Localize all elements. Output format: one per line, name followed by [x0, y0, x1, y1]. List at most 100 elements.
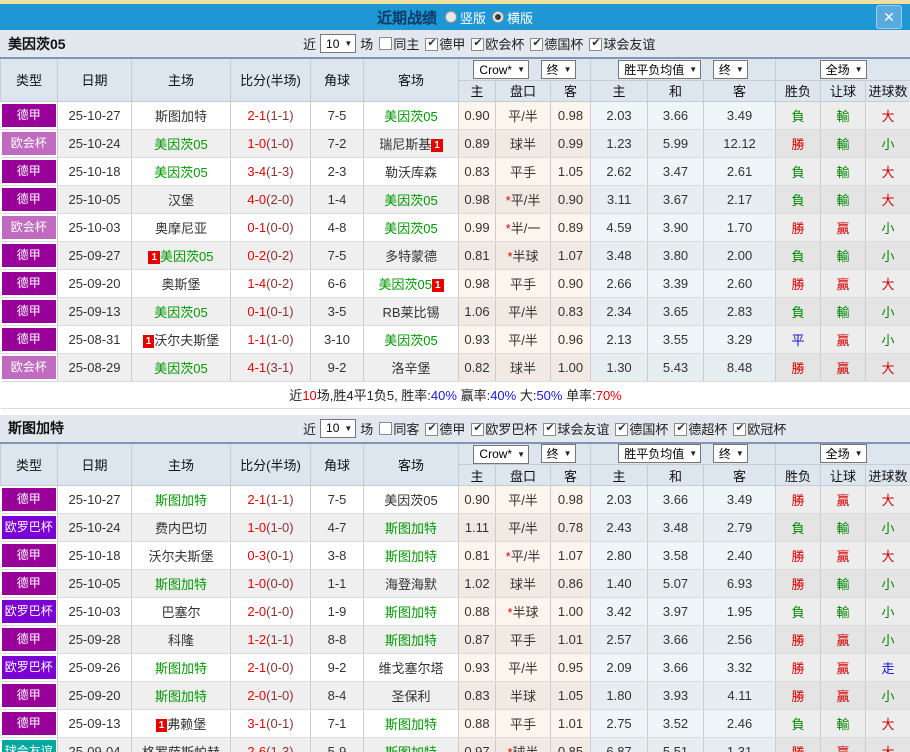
bookmaker-select[interactable]: Crow* ▼ [473, 60, 530, 79]
avg-home-cell: 3.11 [590, 185, 649, 214]
result-wdl-cell: 勝 [775, 269, 822, 298]
league-checkbox[interactable] [425, 36, 439, 51]
layout-vertical-radio[interactable] [444, 11, 457, 23]
date-cell: 25-10-05 [57, 185, 132, 214]
avg-time-select[interactable]: 终 ▼ [712, 59, 748, 79]
avg-draw-cell: 3.66 [647, 653, 705, 682]
league-checkbox[interactable] [471, 36, 485, 51]
date-cell: 25-10-24 [57, 513, 132, 542]
col-header-result-wdl: 胜负 [775, 464, 822, 486]
avg-home-cell: 2.03 [590, 485, 649, 514]
avg-draw-cell: 3.48 [647, 513, 705, 542]
team-label: 瑞尼斯基 [379, 136, 432, 152]
home-team-cell: 1 美因茨05 [131, 241, 231, 270]
type-cell: 德甲 [0, 325, 58, 354]
col-header-result-wdl: 胜负 [775, 79, 822, 102]
fulltime-score: 1-0 [247, 520, 267, 535]
type-cell: 德甲 [0, 625, 58, 654]
section-bar: 美因茨05 近 10 ▼ 场 同主 德甲 欧会杯 德国杯 球会友谊 [0, 30, 910, 57]
team-label: 斯图加特 [385, 745, 437, 752]
team-label: 格罗萨斯帕赫 [142, 745, 220, 752]
away-team-cell: 多特蒙德 [363, 241, 459, 270]
same-venue-label: 同主 [393, 37, 420, 52]
fulltime-score: 1-0 [247, 135, 267, 151]
competition-badge: 德甲 [1, 684, 56, 707]
fulltime-select[interactable]: 全场 ▼ [819, 59, 867, 79]
sections-container: 美因茨05 近 10▼ 场 同主 德甲欧会杯德国杯球会友谊 类 [0, 30, 910, 752]
league-checkbox[interactable] [589, 36, 603, 51]
league-checkbox[interactable] [674, 421, 688, 436]
competition-badge: 德甲 [1, 488, 56, 511]
home-team-cell: 汉堡 [131, 185, 231, 214]
odds-time-select[interactable]: 终 ▼ [540, 444, 576, 463]
league-checkbox[interactable] [543, 421, 557, 436]
team-section: 美因茨05 近 10▼ 场 同主 德甲欧会杯德国杯球会友谊 类 [0, 30, 910, 415]
fulltime-select[interactable]: 全场 ▼ [819, 444, 867, 464]
league-checkbox[interactable] [425, 421, 439, 436]
near-count-select[interactable]: 10 ▼ [320, 34, 357, 53]
league-checkbox[interactable] [733, 421, 747, 436]
layout-horizontal-radio[interactable] [492, 11, 504, 23]
result-goals-cell: 小 [865, 597, 910, 626]
league-checkbox[interactable] [471, 421, 485, 436]
same-venue-checkbox[interactable] [379, 37, 393, 50]
avg-home-cell: 2.57 [590, 625, 649, 654]
team-label: 斯图加特 [154, 661, 207, 676]
layout-vertical-label: 竖版 [459, 10, 486, 26]
odds-home-cell: 0.81 [458, 241, 496, 270]
corners-cell: 6-6 [310, 269, 364, 298]
summary-part: 40% [490, 388, 517, 403]
close-button[interactable]: ✕ [876, 5, 902, 29]
avg-home-cell: 2.66 [590, 269, 649, 298]
odds-away-cell: 0.85 [550, 737, 592, 752]
summary-part: 40% [430, 388, 457, 403]
league-label: 德超杯 [688, 421, 728, 437]
avg-draw-cell: 5.07 [647, 569, 705, 598]
score-cell: 1-0(1-0) [230, 129, 311, 158]
away-team-cell: 美因茨05 [363, 185, 459, 214]
fulltime-score: 3-1 [247, 716, 267, 731]
odds-away-cell: 0.83 [550, 297, 592, 326]
league-checkbox[interactable] [615, 421, 629, 436]
score-cell: 0-3(0-1) [230, 541, 311, 570]
league-label: 欧冠杯 [747, 421, 787, 437]
odds-handicap-cell: 平/半 [495, 653, 551, 682]
avg-time-select[interactable]: 终 ▼ [712, 444, 748, 464]
result-goals-cell: 大 [865, 541, 910, 570]
team-label: 美因茨05 [160, 248, 214, 264]
odds-home-cell: 0.82 [458, 353, 496, 382]
odds-handicap-cell: 半球 [495, 681, 551, 710]
avg-home-cell: 4.59 [590, 213, 649, 242]
odds-handicap-cell: 球半 [495, 353, 551, 382]
col-header-corner: 角球 [310, 442, 364, 486]
corners-cell: 7-5 [310, 101, 364, 130]
result-handicap-cell: 輸 [820, 129, 867, 158]
competition-badge: 德甲 [1, 544, 56, 567]
odds-away-cell: 0.96 [550, 325, 592, 354]
summary-part: 场,胜4平1负5, 胜率: [316, 388, 431, 403]
league-checkbox[interactable] [530, 36, 544, 51]
match-row: 德甲 25-09-28 科隆 1-2(1-1) 8-8 斯图加特 0.87 平手 1.01 2.5… [0, 625, 910, 654]
odds-handicap-cell: 平手 [495, 709, 551, 738]
same-venue-checkbox[interactable] [379, 421, 393, 435]
match-row: 德甲 25-10-18 美因茨05 3-4(1-3) 2-3 勒沃库森 0.83 平手 1.05… [0, 157, 910, 186]
bookmaker-select[interactable]: Crow* ▼ [473, 444, 530, 464]
layout-radio-group: 竖版 横版 [439, 8, 533, 27]
col-header-date: 日期 [57, 442, 132, 486]
chevron-down-icon: ▼ [344, 423, 353, 433]
competition-badge: 德甲 [1, 299, 56, 323]
avg-select[interactable]: 胜平负均值 ▼ [618, 59, 702, 79]
score-cell: 1-0(1-0) [230, 513, 311, 542]
avg-select[interactable]: 胜平负均值 ▼ [618, 444, 702, 464]
halftime-score: (2-0) [266, 191, 294, 207]
home-team-cell: 斯图加特 [131, 485, 231, 514]
match-row: 德甲 25-10-05 斯图加特 1-0(0-0) 1-1 海登海默 1.02 球半 0.86 1… [0, 569, 910, 598]
odds-time-select[interactable]: 终 ▼ [540, 59, 576, 79]
near-count-select[interactable]: 10 ▼ [320, 418, 357, 438]
match-row: 欧罗巴杯 25-10-03 巴塞尔 2-0(1-0) 1-9 斯图加特 0.88 *半球 1.0… [0, 597, 910, 626]
match-row: 德甲 25-10-27 斯图加特 2-1(1-1) 7-5 美因茨05 0.90 平/半 0.9… [0, 485, 910, 514]
competition-badge: 德甲 [1, 628, 56, 651]
team-label: 美因茨05 [384, 192, 438, 208]
halftime-score: (0-0) [266, 660, 294, 675]
odds-away-cell: 0.98 [550, 101, 592, 130]
